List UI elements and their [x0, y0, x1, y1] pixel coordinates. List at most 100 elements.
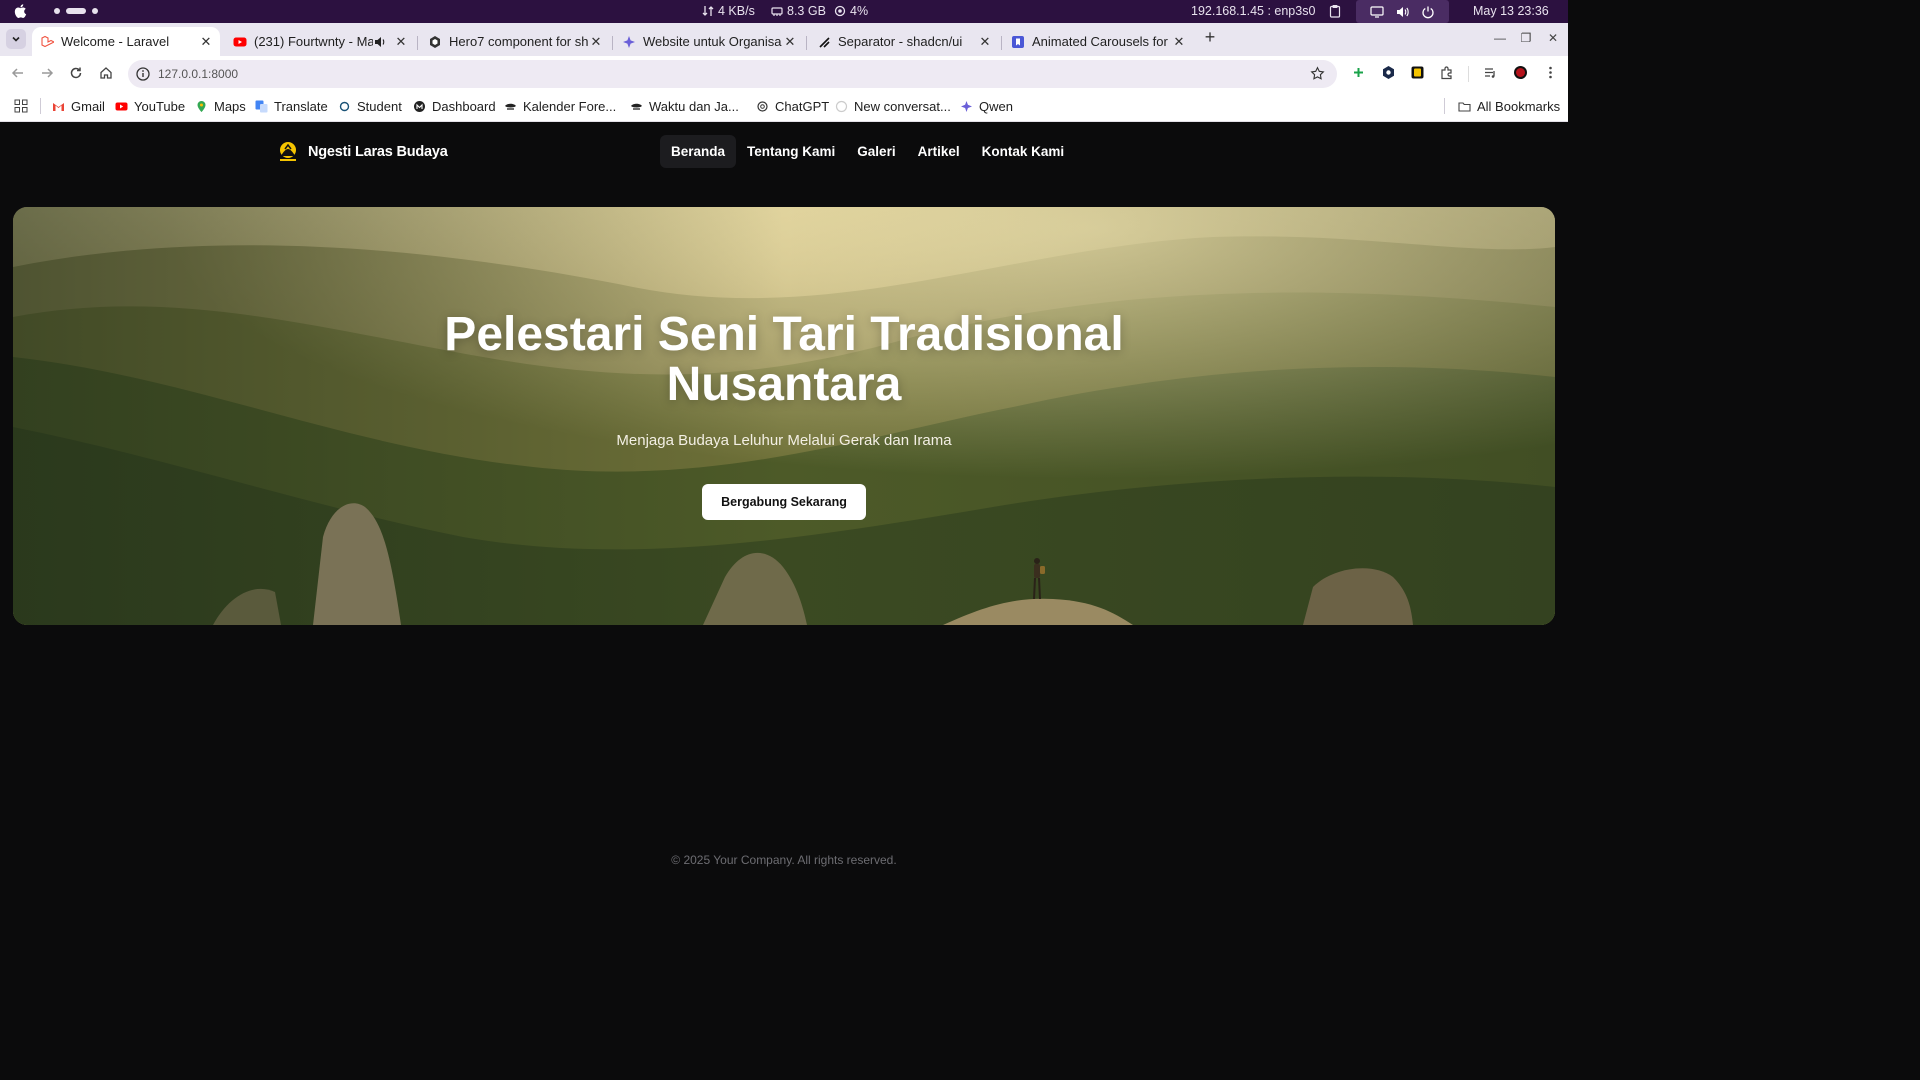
audio-playing-icon[interactable] — [373, 35, 387, 49]
clock[interactable]: May 13 23:36 — [1473, 4, 1549, 18]
home-icon — [100, 67, 112, 79]
shadcnblocks-icon — [430, 35, 440, 48]
hero-section: Pelestari Seni Tari Tradisional Nusantar… — [13, 207, 1555, 625]
nav-tentang-kami[interactable]: Tentang Kami — [736, 135, 846, 168]
menu-kebab-icon[interactable] — [1543, 65, 1558, 80]
media-controls-icon[interactable] — [1483, 65, 1498, 80]
system-tray[interactable] — [1356, 0, 1449, 23]
folder-icon — [1458, 101, 1471, 112]
bookmark-chatgpt[interactable]: ChatGPT — [756, 97, 829, 115]
display-icon[interactable] — [1370, 5, 1384, 19]
tab-separator — [1001, 36, 1002, 50]
os-top-bar: 4 KB/s 8.3 GB 4% 192.168.1.45 : enp3s0 M… — [0, 0, 1568, 23]
transfer-icon — [702, 6, 714, 16]
extensions-puzzle-icon[interactable] — [1440, 65, 1455, 80]
student-icon — [339, 101, 350, 111]
close-tab-icon[interactable]: ✕ — [1171, 34, 1187, 50]
chat-icon — [835, 100, 848, 112]
add-extension-icon[interactable] — [1351, 65, 1366, 80]
bookmark-gmail[interactable]: Gmail — [52, 97, 105, 115]
tab-welcome-laravel[interactable]: Welcome - Laravel ✕ — [32, 27, 220, 56]
close-tab-icon[interactable]: ✕ — [977, 34, 993, 50]
bookmarks-bar: Gmail YouTube Maps Translate Student Das… — [0, 91, 1568, 122]
translate-icon — [255, 100, 268, 112]
laravel-icon — [41, 35, 54, 47]
tab-animated-carousels[interactable]: Animated Carousels for R ✕ — [1003, 27, 1193, 56]
nav-beranda[interactable]: Beranda — [660, 135, 737, 168]
join-now-button[interactable]: Bergabung Sekarang — [702, 484, 866, 520]
arrow-right-icon — [42, 68, 54, 78]
close-tab-icon[interactable]: ✕ — [782, 34, 798, 50]
profile-avatar-icon[interactable] — [1513, 65, 1528, 80]
reload-button[interactable] — [67, 64, 85, 82]
memory-usage: 8.3 GB — [771, 4, 826, 18]
forward-button[interactable] — [38, 64, 56, 82]
qwen-icon — [961, 100, 972, 112]
workspace-indicator[interactable] — [54, 8, 98, 14]
apple-icon[interactable] — [13, 3, 29, 19]
site-logo[interactable]: Ngesti Laras Budaya — [276, 140, 448, 164]
tab-youtube[interactable]: (231) Fourtwnty - Mar ✕ — [225, 27, 415, 56]
tab-separator-shadcn[interactable]: Separator - shadcn/ui ✕ — [809, 27, 999, 56]
close-tab-icon[interactable]: ✕ — [393, 34, 409, 50]
clock-icon — [631, 103, 642, 110]
calendar-icon — [505, 103, 516, 110]
bookmarks-divider — [1444, 98, 1445, 114]
toolbar-divider — [1468, 66, 1469, 82]
bookmark-dashboard[interactable]: Dashboard — [413, 97, 496, 115]
new-tab-button[interactable]: + — [1201, 28, 1219, 47]
bookmark-waktu[interactable]: Waktu dan Ja... — [630, 97, 739, 115]
url-text[interactable]: 127.0.0.1:8000 — [158, 67, 238, 81]
tab-website-organisasi[interactable]: Website untuk Organisas ✕ — [614, 27, 804, 56]
tab-hero7[interactable]: Hero7 component for sh ✕ — [420, 27, 610, 56]
bookmark-icon — [1012, 35, 1024, 48]
close-window-button[interactable]: ✕ — [1546, 31, 1560, 45]
nav-kontak-kami[interactable]: Kontak Kami — [971, 135, 1076, 168]
home-button[interactable] — [97, 64, 115, 82]
cpu-usage: 4% — [834, 4, 868, 18]
bookmark-student[interactable]: Student — [338, 97, 402, 115]
main-navigation: Beranda Tentang Kami Galeri Artikel Kont… — [660, 135, 1075, 168]
net-speed: 4 KB/s — [702, 4, 755, 18]
bookmark-translate[interactable]: Translate — [255, 97, 328, 115]
youtube-icon — [115, 102, 128, 110]
bookmark-star-icon[interactable] — [1310, 66, 1325, 81]
apps-grid-icon[interactable] — [14, 99, 28, 113]
address-bar[interactable]: 127.0.0.1:8000 — [128, 60, 1337, 88]
hero-subtitle: Menjaga Budaya Leluhur Melalui Gerak dan… — [616, 432, 952, 449]
extension-yellow-icon[interactable] — [1410, 65, 1425, 80]
site-info-icon[interactable] — [135, 66, 151, 82]
logo-emblem-icon — [280, 142, 296, 161]
tab-separator — [806, 36, 807, 50]
gmail-icon — [53, 102, 64, 111]
power-icon[interactable] — [1421, 5, 1435, 19]
clipboard-icon[interactable] — [1329, 4, 1341, 18]
extension-hexagon-icon[interactable] — [1381, 65, 1396, 80]
tab-search-button[interactable] — [6, 29, 26, 49]
bookmark-maps[interactable]: Maps — [195, 97, 246, 115]
site-brand-name: Ngesti Laras Budaya — [308, 144, 448, 160]
restore-button[interactable]: ❐ — [1519, 31, 1533, 45]
hero-title: Pelestari Seni Tari Tradisional Nusantar… — [444, 308, 1124, 411]
close-tab-icon[interactable]: ✕ — [588, 34, 604, 50]
bookmark-youtube[interactable]: YouTube — [115, 97, 185, 115]
maps-icon — [197, 100, 206, 112]
minimize-button[interactable]: — — [1493, 31, 1507, 45]
chevron-down-icon — [12, 36, 20, 42]
nav-artikel[interactable]: Artikel — [907, 135, 971, 168]
bookmarks-divider — [40, 98, 41, 114]
deepseek-icon — [623, 35, 635, 48]
bookmark-qwen[interactable]: Qwen — [960, 97, 1013, 115]
memory-icon — [771, 7, 783, 16]
nav-galeri[interactable]: Galeri — [846, 135, 906, 168]
tab-separator — [417, 36, 418, 50]
close-tab-icon[interactable]: ✕ — [198, 34, 214, 50]
back-button[interactable] — [9, 64, 27, 82]
bookmark-new-conversation[interactable]: New conversat... — [835, 97, 951, 115]
web-page: Ngesti Laras Budaya Beranda Tentang Kami… — [0, 122, 1568, 882]
volume-icon[interactable] — [1395, 5, 1410, 19]
cpu-icon — [834, 5, 846, 17]
bookmark-kalender[interactable]: Kalender Fore... — [504, 97, 616, 115]
tab-separator — [612, 36, 613, 50]
all-bookmarks-button[interactable]: All Bookmarks — [1458, 97, 1560, 115]
